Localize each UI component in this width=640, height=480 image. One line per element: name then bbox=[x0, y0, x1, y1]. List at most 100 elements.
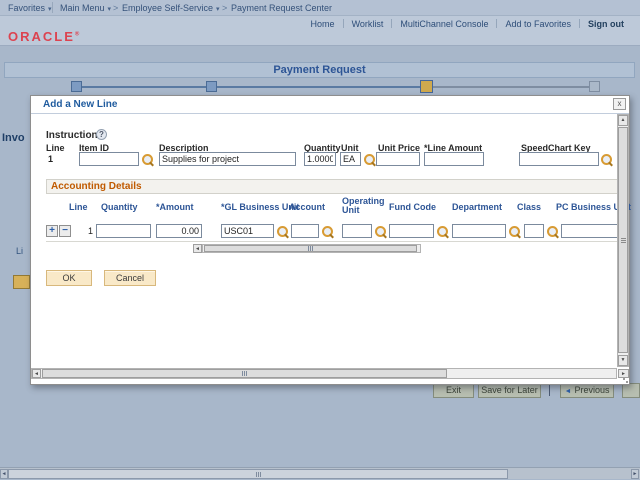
screen: Favorites▾ Main Menu▾ > Employee Self-Se… bbox=[0, 0, 640, 480]
sign-out-link[interactable]: Sign out bbox=[580, 19, 632, 29]
dialog-resize-grip[interactable] bbox=[621, 376, 628, 383]
background-button[interactable] bbox=[13, 275, 30, 289]
accounting-details-section-header: Accounting Details bbox=[46, 179, 619, 194]
row-amount-field[interactable] bbox=[156, 224, 202, 238]
dialog-horizontal-scrollbar[interactable]: ◄ bbox=[31, 368, 617, 379]
worklist-link[interactable]: Worklist bbox=[344, 19, 392, 29]
utility-links: Home Worklist MultiChannel Console Add t… bbox=[303, 17, 632, 30]
accounting-details-title: Accounting Details bbox=[51, 181, 142, 192]
row-department-field[interactable] bbox=[452, 224, 506, 238]
quantity-field[interactable] bbox=[304, 152, 336, 166]
gl-business-unit-lookup-icon[interactable] bbox=[276, 225, 289, 238]
page-scrollbar-thumb[interactable] bbox=[8, 469, 508, 479]
row-pc-business-unit-field[interactable] bbox=[561, 224, 618, 238]
line-number-value: 1 bbox=[48, 154, 53, 164]
train-stop-1 bbox=[71, 81, 82, 92]
home-link[interactable]: Home bbox=[303, 19, 343, 29]
train-track bbox=[428, 86, 594, 88]
col-class: Class bbox=[517, 202, 541, 212]
previous-arrow-icon: ◄ bbox=[565, 388, 572, 395]
cancel-button[interactable]: Cancel bbox=[104, 270, 156, 286]
description-field[interactable] bbox=[159, 152, 296, 166]
ok-button[interactable]: OK bbox=[46, 270, 92, 286]
row-line-number: 1 bbox=[81, 226, 93, 236]
unit-price-field[interactable] bbox=[376, 152, 420, 166]
row-operating-unit-field[interactable] bbox=[342, 224, 372, 238]
instructions-link[interactable]: Instructions bbox=[46, 130, 103, 141]
class-lookup-icon[interactable] bbox=[546, 225, 559, 238]
item-id-lookup-icon[interactable] bbox=[141, 153, 154, 166]
speedchart-lookup-icon[interactable] bbox=[600, 153, 613, 166]
train-track bbox=[77, 86, 426, 88]
grid-scrollbar-thumb[interactable] bbox=[204, 245, 417, 252]
scroll-up-icon[interactable]: ▲ bbox=[618, 115, 628, 126]
unit-field[interactable] bbox=[340, 152, 361, 166]
line-amount-field[interactable] bbox=[424, 152, 484, 166]
breadcrumb-chevron-icon: > bbox=[113, 3, 118, 13]
delete-row-button[interactable]: − bbox=[59, 225, 71, 237]
scroll-right-icon[interactable]: ► bbox=[631, 469, 639, 479]
breadcrumb-payment-request-center[interactable]: Payment Request Center bbox=[231, 3, 332, 13]
train-stop-2 bbox=[206, 81, 217, 92]
add-new-line-dialog: Add a New Line x Instructions ? Line Ite… bbox=[30, 95, 630, 385]
col-amount: *Amount bbox=[156, 202, 194, 212]
previous-button[interactable]: ◄Previous bbox=[560, 383, 614, 398]
add-row-button[interactable]: + bbox=[46, 225, 58, 237]
dialog-vscrollbar-thumb[interactable] bbox=[618, 127, 628, 353]
grid-divider bbox=[46, 241, 619, 242]
chevron-down-icon: ▾ bbox=[216, 6, 220, 13]
background-field-label: Li bbox=[16, 246, 23, 256]
chevron-down-icon: ▾ bbox=[48, 6, 52, 13]
breadcrumb-bar: Favorites▾ Main Menu▾ > Employee Self-Se… bbox=[0, 0, 640, 16]
col-account: Account bbox=[289, 202, 325, 212]
background-section-heading: Invo bbox=[2, 132, 25, 144]
dialog-title: Add a New Line bbox=[43, 99, 117, 110]
multichannel-console-link[interactable]: MultiChannel Console bbox=[392, 19, 496, 29]
department-lookup-icon[interactable] bbox=[508, 225, 521, 238]
row-class-field[interactable] bbox=[524, 224, 544, 238]
next-button-partial[interactable] bbox=[622, 383, 640, 398]
grid-scroll-left-icon[interactable]: ◄ bbox=[193, 244, 202, 253]
col-fund-code: Fund Code bbox=[389, 202, 436, 212]
col-gl-business-unit: *GL Business Unit bbox=[221, 202, 299, 212]
breadcrumb-employee-self-service[interactable]: Employee Self-Service▾ bbox=[122, 3, 220, 13]
grid-horizontal-scrollbar[interactable] bbox=[202, 244, 421, 253]
page-title: Payment Request bbox=[4, 62, 635, 78]
col-department: Department bbox=[452, 202, 502, 212]
line-label: Line bbox=[46, 143, 65, 153]
exit-button[interactable]: Exit bbox=[433, 383, 474, 398]
row-fund-code-field[interactable] bbox=[389, 224, 434, 238]
row-account-field[interactable] bbox=[291, 224, 319, 238]
row-quantity-field[interactable] bbox=[96, 224, 151, 238]
dialog-hscrollbar-thumb[interactable] bbox=[42, 369, 447, 378]
dialog-vertical-scrollbar[interactable]: ▲ ▼ bbox=[617, 114, 629, 367]
operating-unit-lookup-icon[interactable] bbox=[374, 225, 387, 238]
row-gl-business-unit-field[interactable] bbox=[221, 224, 274, 238]
favorites-menu[interactable]: Favorites▾ bbox=[8, 3, 52, 13]
train-stop-3-current bbox=[420, 80, 433, 93]
train-stop-4 bbox=[589, 81, 600, 92]
item-id-field[interactable] bbox=[79, 152, 139, 166]
fund-code-lookup-icon[interactable] bbox=[436, 225, 449, 238]
save-for-later-button[interactable]: Save for Later bbox=[478, 383, 541, 398]
chevron-down-icon: ▾ bbox=[108, 6, 112, 13]
col-quantity: Quantity bbox=[101, 202, 138, 212]
page-horizontal-scrollbar[interactable]: ◄ ► bbox=[0, 467, 640, 479]
breadcrumb-chevron-icon: > bbox=[222, 3, 227, 13]
main-menu[interactable]: Main Menu▾ bbox=[60, 3, 111, 13]
account-lookup-icon[interactable] bbox=[321, 225, 334, 238]
speedchart-key-field[interactable] bbox=[519, 152, 599, 166]
oracle-logo: ORACLE® bbox=[8, 29, 81, 44]
close-icon[interactable]: x bbox=[613, 98, 626, 110]
scroll-left-icon[interactable]: ◄ bbox=[32, 369, 41, 378]
col-operating-unit: Operating Unit bbox=[342, 197, 384, 215]
help-icon[interactable]: ? bbox=[96, 129, 107, 140]
footer-separator bbox=[549, 384, 550, 396]
col-line: Line bbox=[69, 202, 88, 212]
scroll-down-icon[interactable]: ▼ bbox=[618, 355, 628, 366]
dialog-titlebar: Add a New Line x bbox=[31, 96, 629, 114]
add-to-favorites-link[interactable]: Add to Favorites bbox=[497, 19, 579, 29]
scroll-left-icon[interactable]: ◄ bbox=[0, 469, 8, 479]
unit-lookup-icon[interactable] bbox=[363, 153, 376, 166]
breadcrumb-separator bbox=[52, 2, 53, 13]
